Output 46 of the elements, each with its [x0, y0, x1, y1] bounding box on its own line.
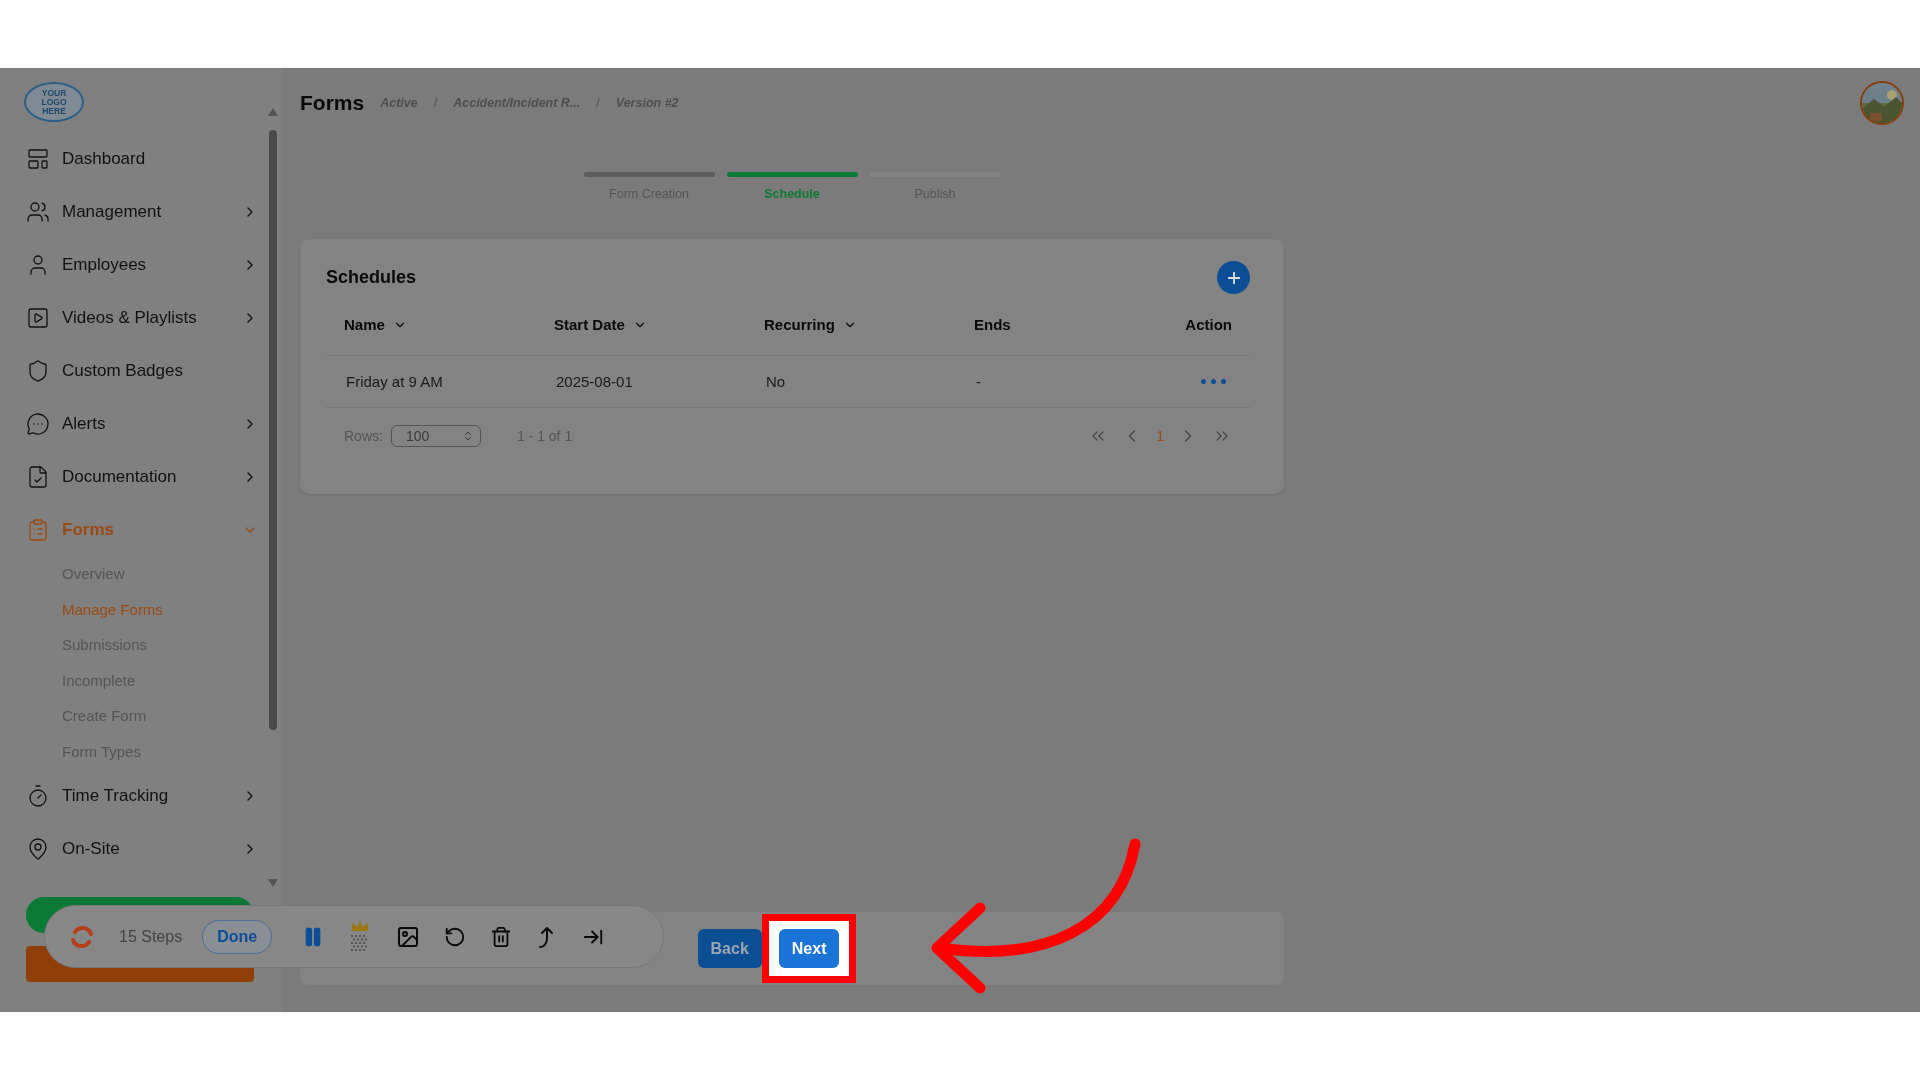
table-cell-text: No	[765, 373, 787, 390]
step-count: 15 Steps	[119, 927, 183, 946]
column-header[interactable]: Recurring	[764, 316, 974, 333]
map-pin-icon	[26, 836, 50, 861]
document-icon	[26, 464, 50, 489]
column-header: Ends	[974, 316, 1012, 333]
next-button[interactable]: Next	[778, 929, 840, 968]
play-icon	[26, 305, 50, 330]
people-icon	[26, 199, 50, 224]
sidebar-item[interactable]: Time Tracking	[0, 769, 258, 822]
sidebar-item[interactable]: Alerts	[0, 397, 258, 450]
column-header[interactable]: Start Date	[554, 316, 764, 333]
column-header[interactable]: Name	[344, 316, 554, 333]
scrollbar-thumb[interactable]	[269, 130, 277, 730]
sidebar-item[interactable]: Documentation	[0, 450, 258, 503]
layout-icon	[26, 146, 50, 171]
trash-icon[interactable]	[490, 925, 513, 948]
chat-bubble-icon	[26, 411, 50, 436]
sidebar-item[interactable]: Custom Badges	[0, 344, 258, 397]
back-button[interactable]: Back	[697, 929, 762, 968]
undo-icon[interactable]	[444, 925, 467, 948]
page-title: Forms	[300, 91, 365, 115]
shield-icon	[26, 358, 50, 383]
card-title: Schedules	[326, 267, 417, 288]
breadcrumb-separator: /	[433, 96, 438, 110]
table-cell-text: -	[975, 373, 982, 390]
sidebar-item[interactable]: Dashboard	[0, 132, 258, 185]
rows-select[interactable]: 100	[390, 425, 481, 447]
scroll-down-icon[interactable]	[268, 879, 278, 887]
add-button[interactable]	[1217, 261, 1250, 294]
logo-text: YOUR LOGO HERE	[40, 88, 68, 116]
swirl-logo-icon	[69, 923, 95, 950]
column-header: Action	[1184, 316, 1232, 333]
list-icon	[26, 517, 50, 542]
sidebar-item[interactable]: On-Site	[0, 822, 258, 875]
sidebar-item[interactable]: Videos & Playlists	[0, 291, 258, 344]
table-cell-text: 2025-08-01	[555, 373, 634, 390]
step-label: Schedule	[764, 187, 820, 201]
sidebar-item[interactable]: Employees	[0, 238, 258, 291]
image-icon[interactable]	[396, 924, 421, 949]
breadcrumb-separator: /	[596, 96, 600, 110]
sidebar-item[interactable]: Management	[0, 185, 258, 238]
stopwatch-icon	[26, 783, 50, 808]
table-cell-text: Friday at 9 AM	[345, 373, 444, 390]
done-button[interactable]: Done	[202, 919, 273, 954]
scroll-up-icon[interactable]	[268, 108, 278, 116]
